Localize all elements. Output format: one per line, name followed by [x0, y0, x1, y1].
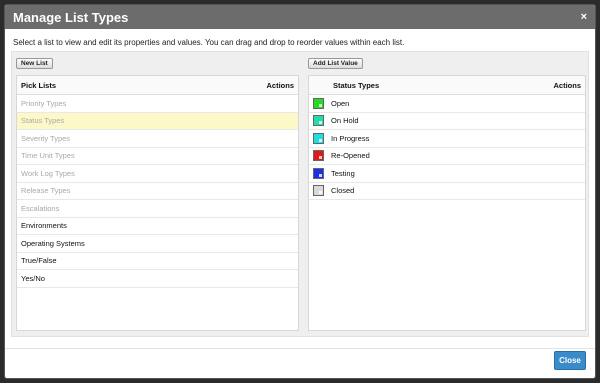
color-swatch-icon[interactable]	[313, 132, 324, 144]
status-type-item[interactable]: Testing	[309, 165, 585, 183]
pick-lists-header: Pick Lists Actions	[17, 76, 298, 95]
pick-list-item-label: Work Log Types	[21, 168, 75, 178]
status-type-label: Testing	[331, 168, 355, 178]
status-type-label: In Progress	[331, 133, 370, 143]
status-type-label: Open	[331, 98, 350, 108]
pick-list-item[interactable]: Yes/No	[17, 270, 298, 288]
pick-list-item[interactable]: Priority Types	[17, 95, 298, 113]
pick-list-item[interactable]: Work Log Types	[17, 165, 298, 183]
list-workspace: New List Add List Value Pick Lists Actio…	[11, 51, 589, 337]
color-swatch-icon[interactable]	[313, 150, 324, 162]
pick-list-item-label: Priority Types	[21, 98, 67, 108]
status-type-label: On Hold	[331, 116, 359, 126]
status-type-item[interactable]: Closed	[309, 183, 585, 200]
pick-list-item[interactable]: Escalations	[17, 200, 298, 218]
pick-list-item-label: Operating Systems	[21, 238, 85, 248]
pick-list-item[interactable]: Operating Systems	[17, 235, 298, 253]
status-type-item[interactable]: Open	[309, 95, 585, 113]
status-types-actions-header: Actions	[553, 80, 581, 90]
color-swatch-icon[interactable]	[313, 115, 324, 127]
status-type-label: Re-Opened	[331, 151, 370, 161]
status-type-item[interactable]: Re-Opened	[309, 148, 585, 165]
pick-list-item[interactable]: Status Types	[17, 112, 298, 130]
status-type-label: Closed	[331, 186, 355, 196]
pick-list-item-label: Status Types	[21, 116, 65, 126]
pick-list-item[interactable]: Release Types	[17, 183, 298, 200]
status-type-item[interactable]: On Hold	[309, 113, 585, 130]
pick-list-item-label: Time Unit Types	[21, 151, 75, 161]
pick-list-item-label: Yes/No	[21, 273, 45, 283]
dialog-title: Manage List Types	[13, 9, 129, 25]
color-swatch-icon[interactable]	[313, 185, 324, 197]
footer-divider	[5, 348, 595, 349]
pick-lists-panel: Pick Lists Actions Priority Types Status …	[16, 75, 299, 331]
pick-list-item[interactable]: Time Unit Types	[17, 148, 298, 165]
pick-list-item-label: True/False	[21, 256, 57, 266]
color-swatch-icon[interactable]	[313, 97, 324, 109]
pick-lists-rows: Priority Types Status Types Severity Types…	[17, 95, 298, 288]
pick-lists-actions-header: Actions	[266, 80, 294, 90]
close-icon[interactable]: ×	[581, 11, 587, 23]
dialog-titlebar: Manage List Types ×	[5, 5, 595, 29]
status-types-title: Status Types	[333, 80, 380, 90]
new-list-button[interactable]: New List	[16, 58, 53, 69]
add-list-value-button[interactable]: Add List Value	[308, 58, 363, 69]
close-button[interactable]: Close	[554, 351, 586, 370]
status-types-rows: Open On Hold In Progress Re-Opened Testing Cl…	[309, 95, 585, 200]
status-type-item[interactable]: In Progress	[309, 130, 585, 148]
pick-list-item[interactable]: Environments	[17, 218, 298, 235]
status-types-header: Status Types Actions	[309, 76, 585, 95]
status-types-panel: Status Types Actions Open On Hold In Progr…	[308, 75, 586, 331]
color-swatch-icon[interactable]	[313, 167, 324, 179]
pick-list-item-label: Environments	[21, 221, 67, 231]
pick-list-item-label: Release Types	[21, 186, 71, 196]
manage-list-types-dialog: Manage List Types × Select a list to vie…	[4, 4, 596, 379]
pick-list-item-label: Escalations	[21, 203, 60, 213]
pick-lists-title: Pick Lists	[21, 80, 57, 90]
instructions-text: Select a list to view and edit its prope…	[13, 38, 405, 47]
pick-list-item[interactable]: True/False	[17, 253, 298, 270]
pick-list-item[interactable]: Severity Types	[17, 130, 298, 148]
pick-list-item-label: Severity Types	[21, 133, 71, 143]
